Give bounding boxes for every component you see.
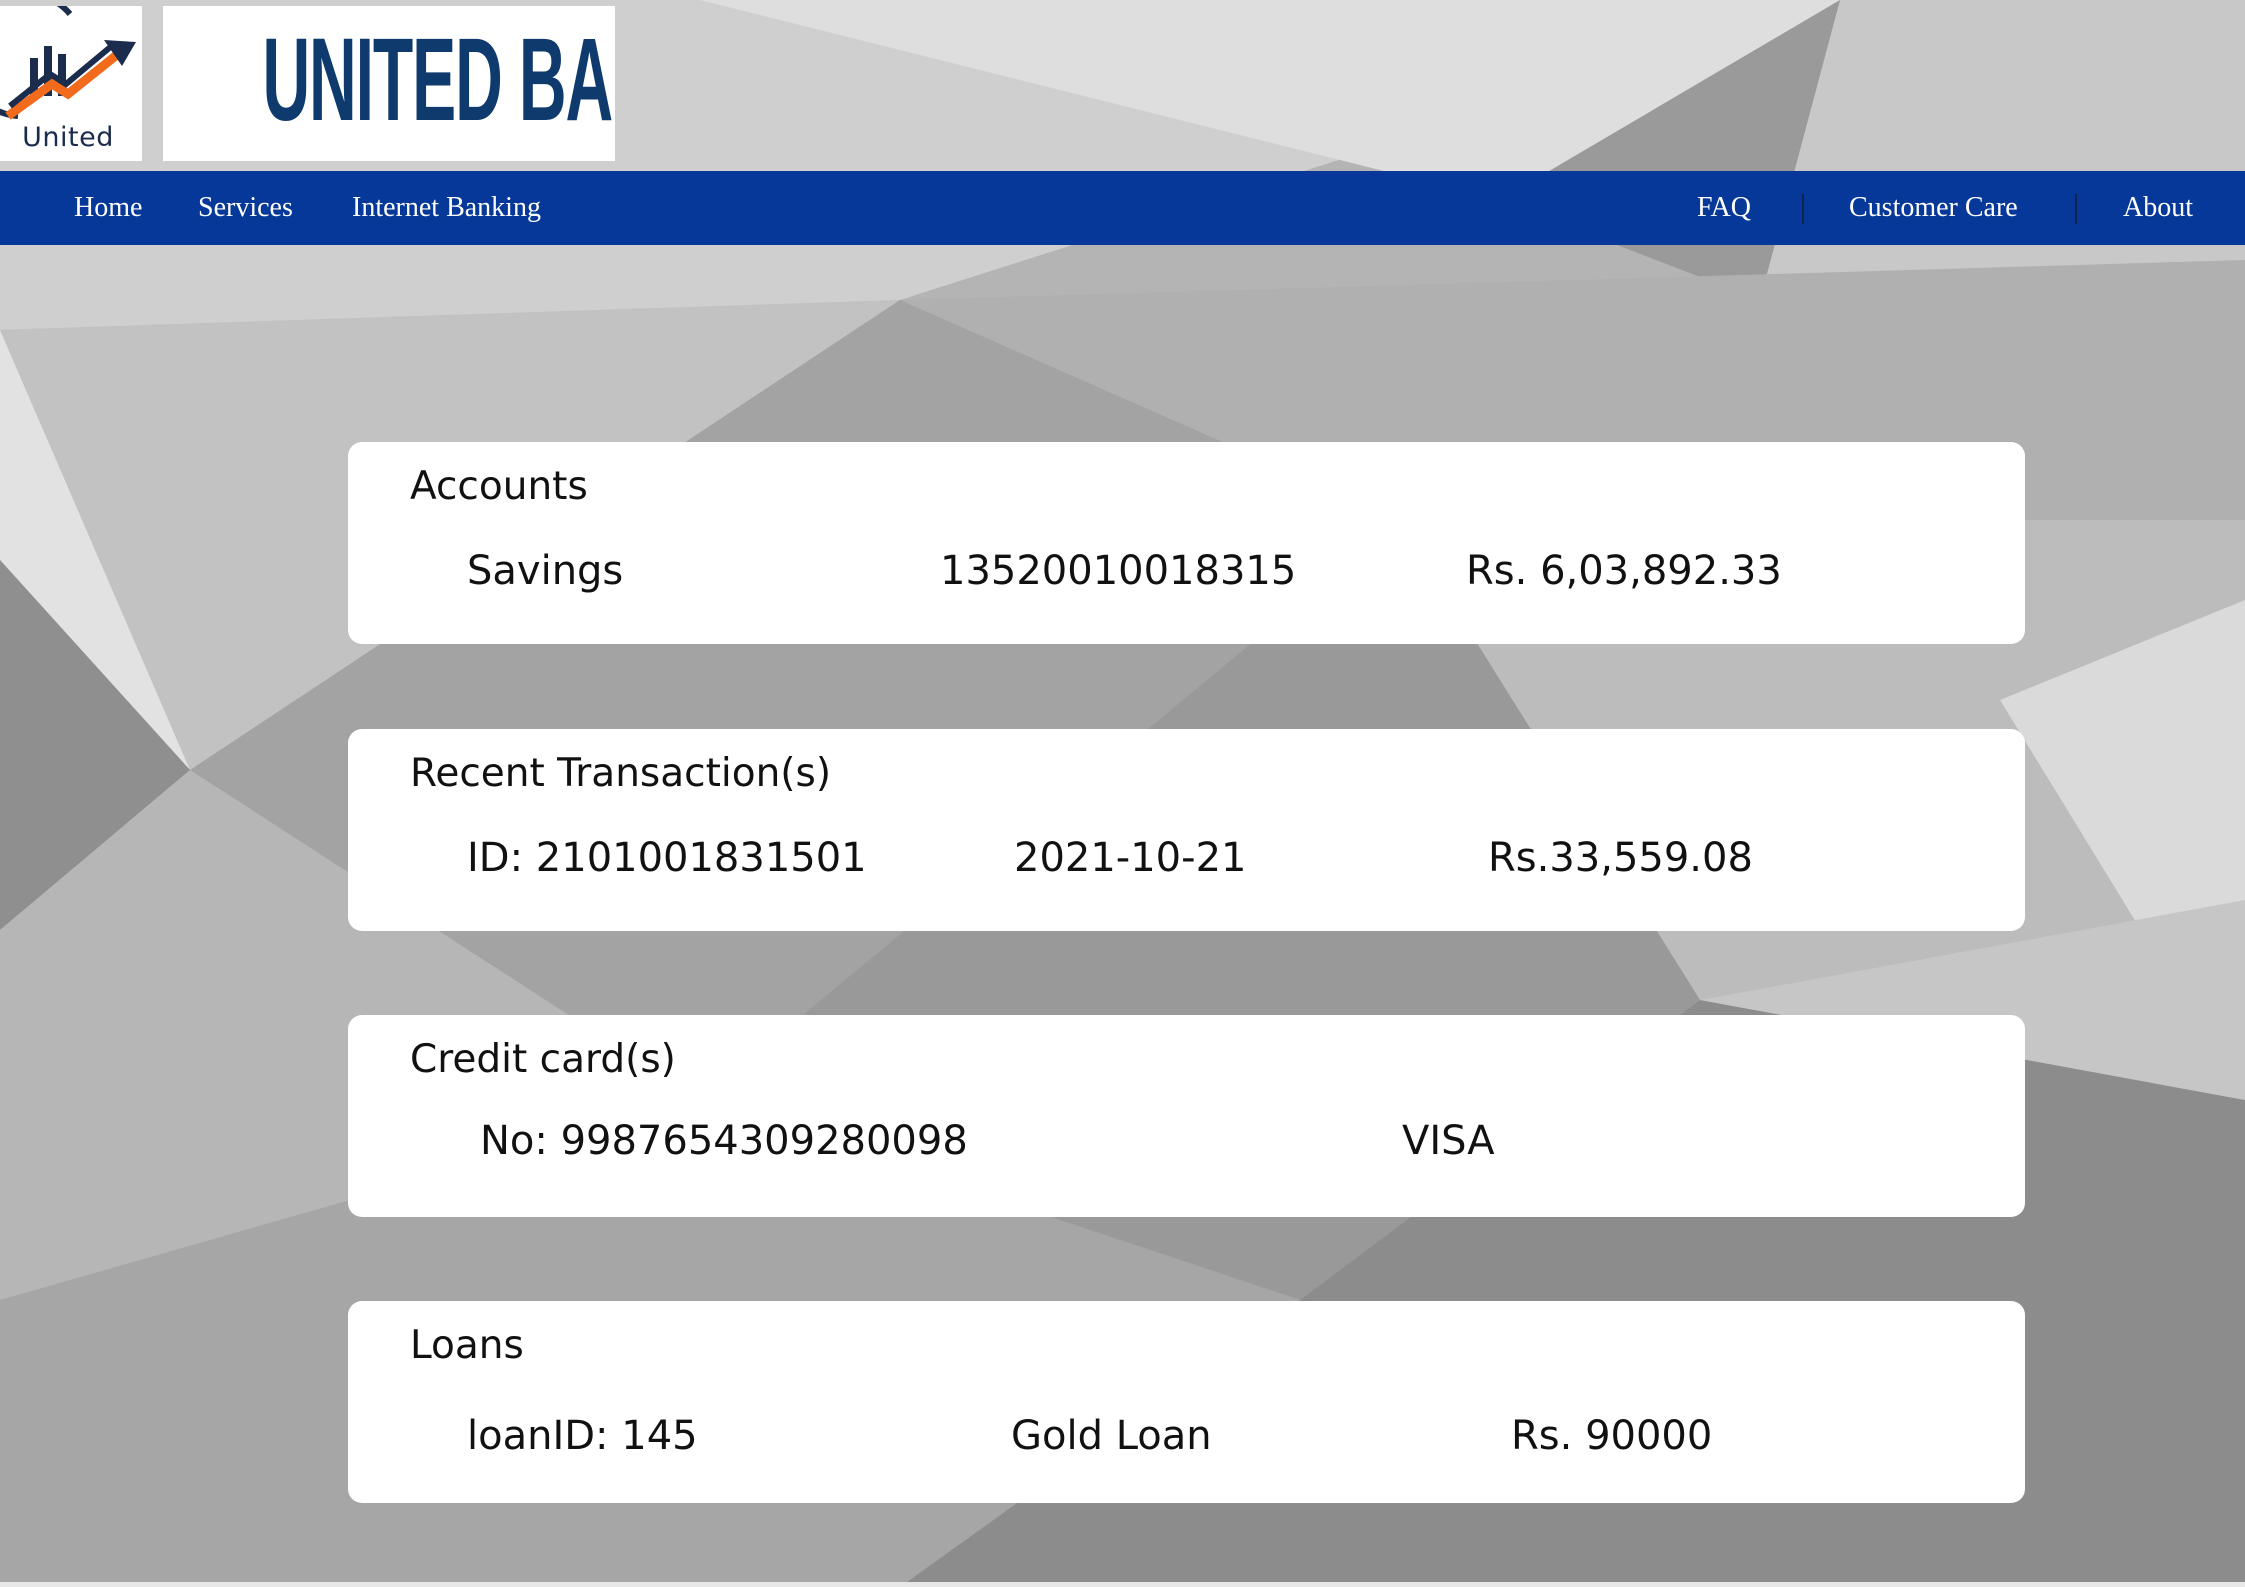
transaction-id: ID: 2101001831501 — [467, 835, 867, 881]
growth-chart-logo-icon — [0, 6, 136, 120]
accounts-card: Accounts Savings 13520010018315 Rs. 6,03… — [348, 442, 2025, 644]
credit-card-number: No: 9987654309280098 — [480, 1118, 968, 1164]
nav-services[interactable]: Services — [198, 171, 293, 245]
transactions-card: Recent Transaction(s) ID: 2101001831501 … — [348, 729, 2025, 931]
loan-type: Gold Loan — [1011, 1413, 1212, 1459]
accounts-title: Accounts — [410, 464, 588, 509]
nav-about[interactable]: About — [2123, 171, 2193, 245]
loans-title: Loans — [410, 1323, 524, 1368]
account-balance: Rs. 6,03,892.33 — [1466, 548, 1782, 594]
account-type: Savings — [467, 548, 624, 594]
loan-id: loanID: 145 — [467, 1413, 698, 1459]
bank-name: UNITED BANK — [262, 14, 615, 146]
logo-caption: United — [22, 122, 114, 153]
footer-divider — [0, 1582, 2245, 1587]
transactions-title: Recent Transaction(s) — [410, 751, 832, 796]
nav-divider — [1802, 194, 1804, 224]
site-header: United UNITED BANK — [0, 0, 2245, 171]
credit-cards-title: Credit card(s) — [410, 1037, 676, 1082]
nav-divider — [2075, 194, 2077, 224]
transaction-amount: Rs.33,559.08 — [1488, 835, 1753, 881]
bank-wordmark[interactable]: UNITED BANK — [163, 6, 615, 161]
main-navigation: Home Services Internet Banking FAQ Custo… — [0, 171, 2245, 245]
transaction-date: 2021-10-21 — [1014, 835, 1247, 881]
credit-cards-card: Credit card(s) No: 9987654309280098 VISA — [348, 1015, 2025, 1217]
nav-faq[interactable]: FAQ — [1697, 171, 1751, 245]
nav-home[interactable]: Home — [74, 171, 142, 245]
bank-logo[interactable]: United — [0, 6, 142, 161]
account-number: 13520010018315 — [940, 548, 1297, 594]
nav-customer-care[interactable]: Customer Care — [1849, 171, 2018, 245]
loan-amount: Rs. 90000 — [1511, 1413, 1713, 1459]
credit-card-network: VISA — [1402, 1118, 1495, 1164]
loans-card: Loans loanID: 145 Gold Loan Rs. 90000 — [348, 1301, 2025, 1503]
nav-internet-banking[interactable]: Internet Banking — [352, 171, 541, 245]
